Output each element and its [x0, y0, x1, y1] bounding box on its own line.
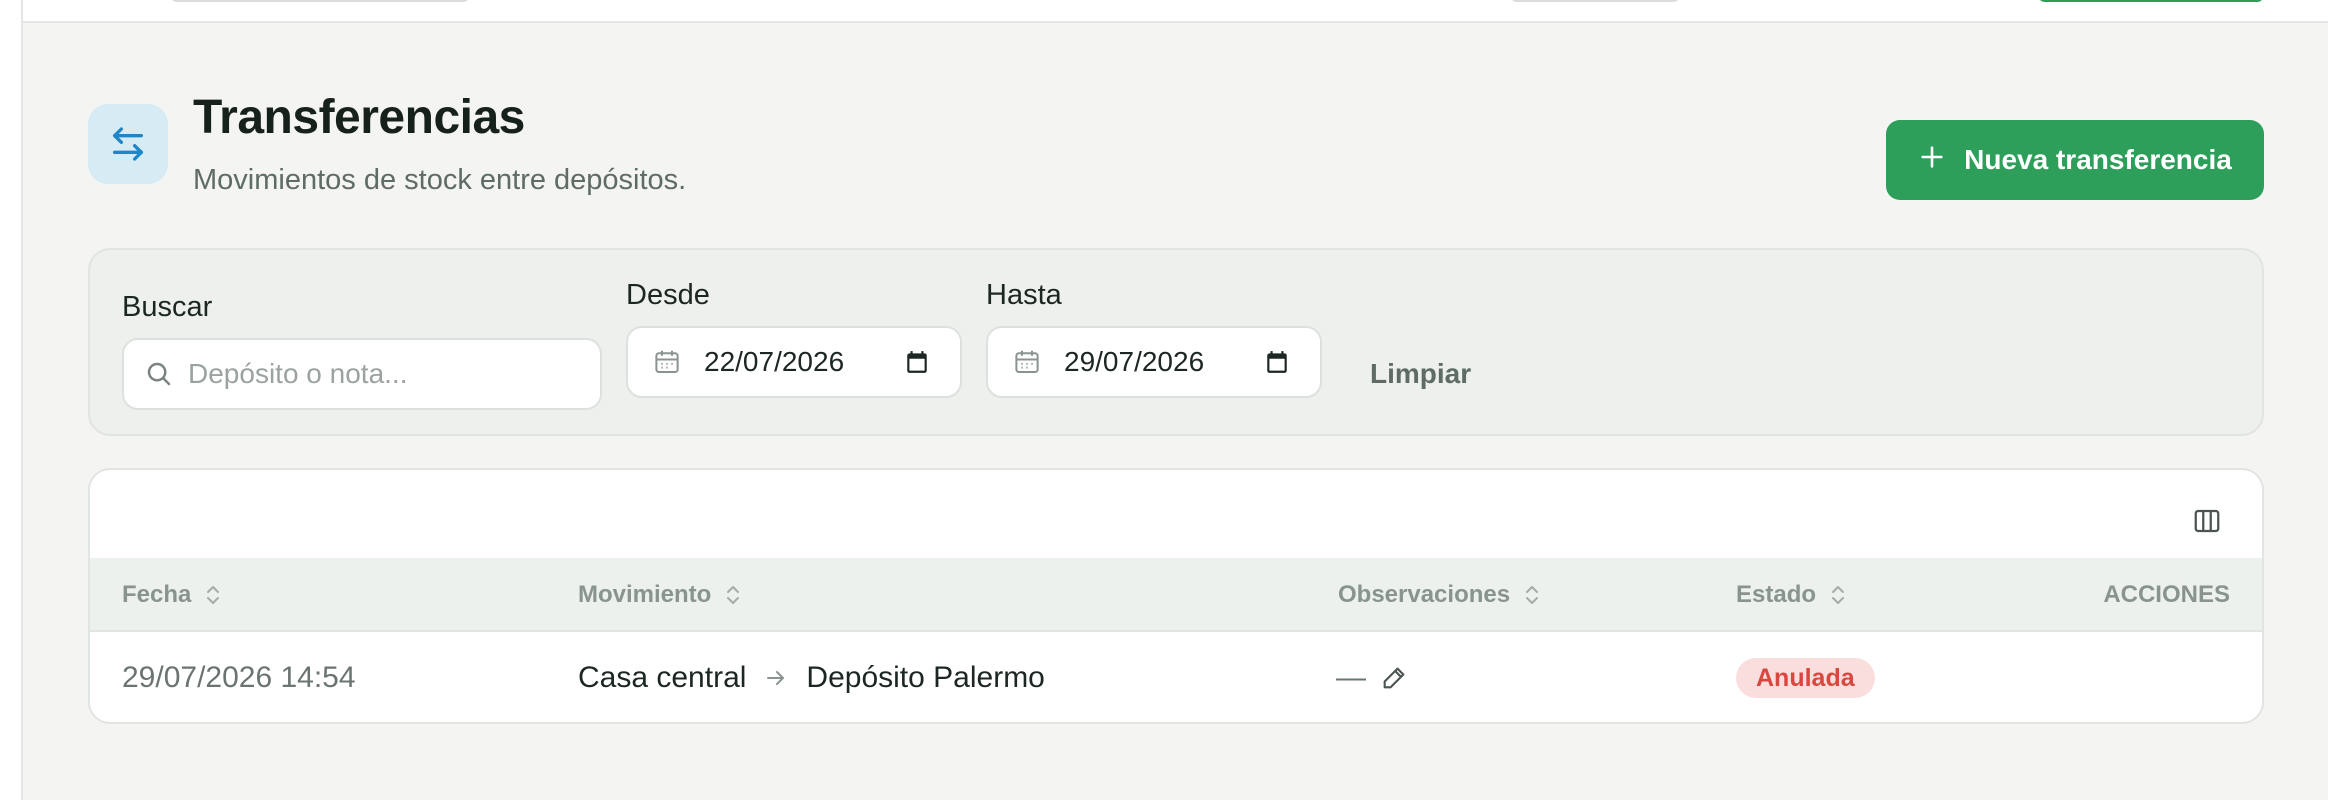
new-transfer-label: Nueva transferencia — [1964, 144, 2232, 175]
column-header-observaciones[interactable]: Observaciones — [1338, 558, 1542, 632]
calendar-icon — [652, 347, 682, 377]
plus-icon — [1918, 143, 1946, 178]
top-control-stub[interactable] — [1510, 0, 1680, 2]
status-badge: Anulada — [1736, 658, 1875, 698]
arrow-right-icon — [767, 671, 785, 685]
from-date-field[interactable]: 22/07/2026 — [626, 326, 962, 398]
top-search-stub[interactable] — [170, 0, 470, 2]
columns-icon[interactable] — [2192, 506, 2222, 541]
left-rail — [0, 0, 23, 800]
movement-origin: Casa central — [578, 661, 747, 694]
column-header-acciones: ACCIONES — [2103, 581, 2230, 608]
row-movement: Casa central Depósito Palermo — [578, 658, 1045, 698]
column-header-fecha[interactable]: Fecha — [122, 558, 223, 632]
new-transfer-button[interactable]: Nueva transferencia — [1886, 120, 2264, 200]
search-input[interactable] — [188, 358, 600, 390]
clear-filters-button[interactable]: Limpiar — [1370, 358, 1471, 390]
page-title: Transferencias — [193, 91, 525, 144]
column-header-movimiento[interactable]: Movimiento — [578, 558, 743, 632]
date-picker-icon[interactable] — [904, 349, 930, 375]
from-label: Desde — [626, 279, 710, 311]
to-date-field[interactable]: 29/07/2026 — [986, 326, 1322, 398]
sort-icon — [1832, 586, 1845, 604]
page-subtitle: Movimientos de stock entre depósitos. — [193, 164, 687, 196]
arrows-left-right-icon — [88, 104, 168, 184]
notes-value: — — [1336, 661, 1366, 694]
sort-icon — [727, 586, 740, 604]
top-bar — [0, 0, 2328, 23]
search-field[interactable] — [122, 338, 602, 410]
to-date-value: 29/07/2026 — [1064, 346, 1205, 377]
calendar-icon — [1012, 347, 1042, 377]
row-date: 29/07/2026 14:54 — [122, 661, 356, 694]
row-notes: — — [1336, 658, 1408, 698]
date-picker-icon[interactable] — [1264, 349, 1290, 375]
to-label: Hasta — [986, 279, 1062, 311]
sort-icon — [207, 586, 220, 604]
column-header-estado[interactable]: Estado — [1736, 558, 1848, 632]
search-icon — [144, 359, 174, 389]
pencil-icon[interactable] — [1380, 664, 1408, 692]
movement-destination: Depósito Palermo — [806, 661, 1045, 694]
table-header: Fecha Movimiento Observaciones Estado AC… — [90, 558, 2262, 632]
top-action-stub[interactable] — [2038, 0, 2264, 2]
from-date-value: 22/07/2026 — [704, 346, 845, 377]
sort-icon — [1526, 586, 1539, 604]
search-label: Buscar — [122, 291, 213, 323]
